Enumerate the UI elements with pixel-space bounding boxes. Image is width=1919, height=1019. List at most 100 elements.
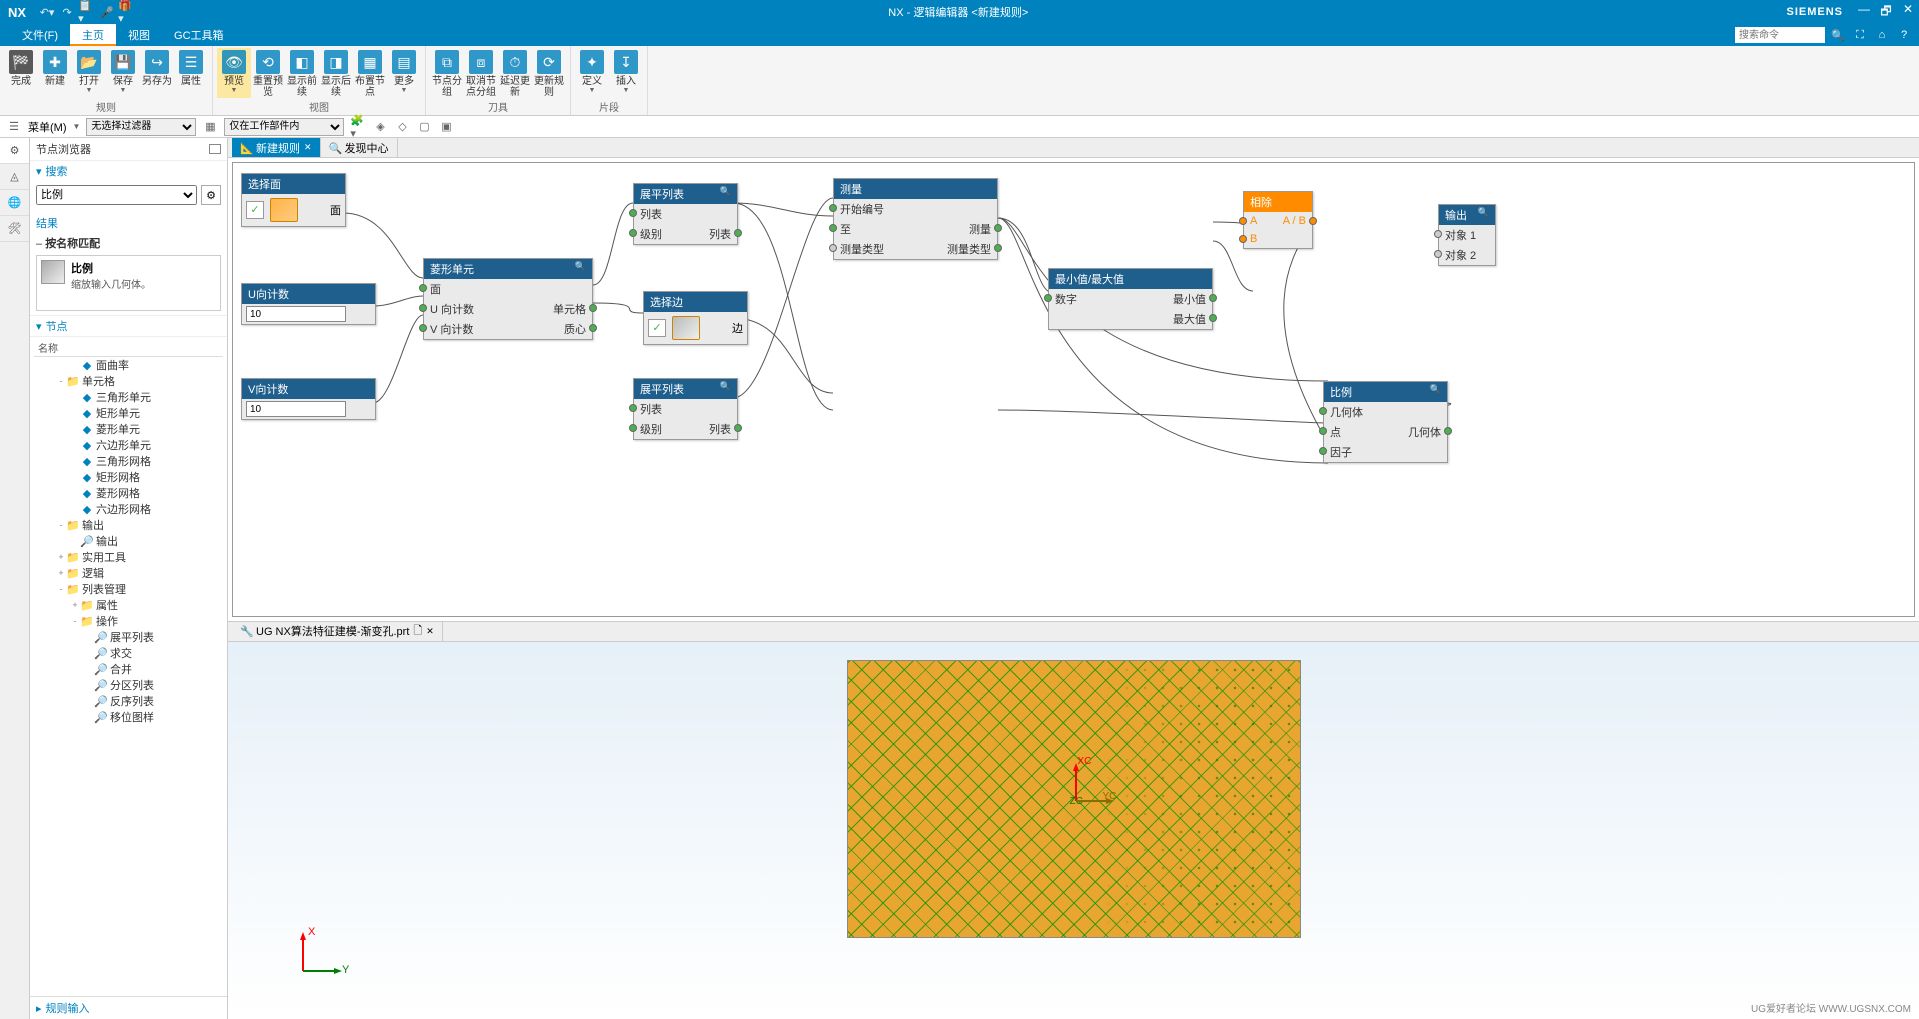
panel-popout-icon[interactable]	[209, 144, 221, 154]
coord-icon-2[interactable]: ◇	[394, 119, 410, 135]
tree-item[interactable]: 🔎求交	[34, 645, 223, 661]
node-select-edge[interactable]: 选择边 ✓ 边	[643, 291, 748, 345]
u-count-input[interactable]	[246, 306, 346, 322]
tree-item[interactable]: +📁逻辑	[34, 565, 223, 581]
save-button[interactable]: 💾保存▼	[106, 48, 140, 98]
arrange-nodes-button[interactable]: ▦布置节点	[353, 48, 387, 98]
properties-button[interactable]: ☰属性	[174, 48, 208, 98]
tree-item[interactable]: +📁实用工具	[34, 549, 223, 565]
ungroup-nodes-button[interactable]: ⧈取消节点分组	[464, 48, 498, 98]
v-count-input[interactable]	[246, 401, 346, 417]
magnify-icon[interactable]: 🔍	[575, 261, 586, 277]
finish-button[interactable]: 🏁完成	[4, 48, 38, 98]
fullscreen-icon[interactable]: ⛶	[1851, 26, 1869, 44]
more-button[interactable]: ▤更多▼	[387, 48, 421, 98]
tab-new-rule[interactable]: 📐新建规则✕	[232, 138, 321, 157]
node-scale[interactable]: 比例🔍 几何体 点几何体 因子	[1323, 381, 1448, 463]
tree-item[interactable]: ◆矩形单元	[34, 405, 223, 421]
rule-input-section[interactable]: ▸ 规则输入	[30, 996, 227, 1019]
rail-globe-icon[interactable]: 🌐	[0, 190, 29, 216]
coord-icon-3[interactable]: ▢	[416, 119, 432, 135]
undo-icon[interactable]: ↶▾	[38, 3, 56, 21]
scope-select[interactable]: 仅在工作部件内	[224, 118, 344, 136]
restore-button[interactable]: 🗗	[1875, 2, 1897, 23]
group-nodes-button[interactable]: ⧉节点分组	[430, 48, 464, 98]
tree-item[interactable]: -📁输出	[34, 517, 223, 533]
update-rule-button[interactable]: ⟳更新规则	[532, 48, 566, 98]
save-as-button[interactable]: ↪另存为	[140, 48, 174, 98]
delay-update-button[interactable]: ⏱延迟更新	[498, 48, 532, 98]
tree-item[interactable]: -📁单元格	[34, 373, 223, 389]
node-v-count[interactable]: V向计数	[241, 378, 376, 420]
rail-tools-icon[interactable]: 🛠	[0, 216, 29, 242]
help-icon[interactable]: ?	[1895, 26, 1913, 44]
node-search-input[interactable]: 比例	[36, 185, 197, 205]
filter-toggle-icon[interactable]: ▦	[202, 119, 218, 135]
magnify-icon[interactable]: 🔍	[1430, 384, 1441, 400]
magnify-icon[interactable]: 🔍	[1478, 207, 1489, 223]
node-min-max[interactable]: 最小值/最大值 数字最小值 最大值	[1048, 268, 1213, 330]
tree-item[interactable]: ◆三角形单元	[34, 389, 223, 405]
tree-item[interactable]: ◆三角形网格	[34, 453, 223, 469]
menu-view[interactable]: 视图	[116, 24, 162, 46]
rail-gear-icon[interactable]: ⚙	[0, 138, 29, 164]
open-button[interactable]: 📂打开▼	[72, 48, 106, 98]
tab-preview-part[interactable]: 🔧UG NX算法特征建模-渐变孔.prt 🗋✕	[232, 622, 443, 641]
node-divide[interactable]: 相除 AA / B B	[1243, 191, 1313, 249]
show-downstream-button[interactable]: ◨显示后续	[319, 48, 353, 98]
tree-item[interactable]: ◆菱形网格	[34, 485, 223, 501]
tree-item[interactable]: ◆菱形单元	[34, 421, 223, 437]
node-tree[interactable]: 名称 ◆面曲率-📁单元格◆三角形单元◆矩形单元◆菱形单元◆六边形单元◆三角形网格…	[30, 336, 227, 996]
node-diamond-unit[interactable]: 菱形单元🔍 面 U 向计数单元格 V 向计数质心	[423, 258, 593, 340]
nodes-section-header[interactable]: ▾ 节点	[30, 315, 227, 336]
menu-gc-toolbox[interactable]: GC工具箱	[162, 24, 236, 46]
menu-dropdown-label[interactable]: 菜单(M)	[28, 119, 67, 135]
tree-item[interactable]: 🔎展平列表	[34, 629, 223, 645]
tree-item[interactable]: ◆六边形单元	[34, 437, 223, 453]
tree-item[interactable]: 🔎合并	[34, 661, 223, 677]
search-settings-icon[interactable]: ⚙	[201, 185, 221, 205]
close-button[interactable]: ✕	[1897, 2, 1919, 23]
tab-discovery[interactable]: 🔍发现中心	[321, 138, 398, 157]
tree-item[interactable]: 🔎移位图样	[34, 709, 223, 725]
check-icon[interactable]: ✓	[246, 201, 264, 219]
magnify-icon[interactable]: 🔍	[720, 381, 731, 397]
node-graph-canvas[interactable]: 选择面 ✓ 面 U向计数 V向计数 菱形单元🔍 面 U 向计数单元格 V 向计数…	[232, 162, 1915, 617]
gift-icon[interactable]: 🎁▾	[118, 3, 136, 21]
node-flatten-list-1[interactable]: 展平列表🔍 列表 级别列表	[633, 183, 738, 245]
command-search-input[interactable]	[1735, 27, 1825, 43]
search-result-item[interactable]: 比例 缩放输入几何体。	[36, 255, 221, 311]
clipboard-icon[interactable]: 📋▾	[78, 3, 96, 21]
redo-icon[interactable]: ↷	[58, 3, 76, 21]
close-icon[interactable]: ✕	[304, 142, 312, 153]
new-button[interactable]: ✚新建	[38, 48, 72, 98]
coord-icon-4[interactable]: ▣	[438, 119, 454, 135]
tree-item[interactable]: +📁属性	[34, 597, 223, 613]
show-upstream-button[interactable]: ◧显示前续	[285, 48, 319, 98]
node-output[interactable]: 输出🔍 对象 1 对象 2	[1438, 204, 1496, 266]
reset-preview-button[interactable]: ⟲重置预览	[251, 48, 285, 98]
menu-home[interactable]: 主页	[70, 24, 116, 46]
tree-item[interactable]: -📁操作	[34, 613, 223, 629]
node-flatten-list-2[interactable]: 展平列表🔍 列表 级别列表	[633, 378, 738, 440]
insert-button[interactable]: ↧插入▼	[609, 48, 643, 98]
tree-item[interactable]: 🔎反序列表	[34, 693, 223, 709]
node-measure[interactable]: 测量 开始编号 至测量 测量类型测量类型	[833, 178, 998, 260]
tree-item[interactable]: 🔎输出	[34, 533, 223, 549]
assembly-icon[interactable]: 🧩▾	[350, 119, 366, 135]
rail-triad-icon[interactable]: ◬	[0, 164, 29, 190]
tree-item[interactable]: 🔎分区列表	[34, 677, 223, 693]
coord-icon-1[interactable]: ◈	[372, 119, 388, 135]
define-button[interactable]: ✦定义▼	[575, 48, 609, 98]
node-select-face[interactable]: 选择面 ✓ 面	[241, 173, 346, 227]
tree-item[interactable]: ◆面曲率	[34, 357, 223, 373]
search-section-header[interactable]: ▾ 搜索	[30, 160, 227, 181]
mic-icon[interactable]: 🎤	[98, 3, 116, 21]
check-icon[interactable]: ✓	[648, 319, 666, 337]
tree-item[interactable]: -📁列表管理	[34, 581, 223, 597]
preview-button[interactable]: 👁预览▼	[217, 48, 251, 98]
tree-item[interactable]: ◆矩形网格	[34, 469, 223, 485]
close-icon[interactable]: ✕	[426, 626, 434, 637]
preview-viewport[interactable]: XC YC ZC X Y UG爱好者论坛 WWW.UGSNX.COM	[228, 641, 1919, 1019]
menu-file[interactable]: 文件(F)	[10, 24, 70, 46]
